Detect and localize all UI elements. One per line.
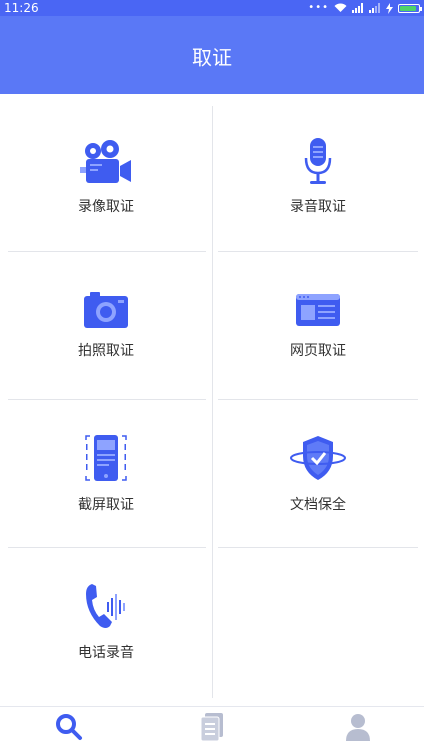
video-camera-icon (80, 140, 131, 183)
status-time: 11:26 (4, 1, 39, 15)
wifi-icon (334, 3, 347, 12)
tile-label: 录像取证 (78, 199, 134, 215)
page-title: 取证 (192, 45, 232, 70)
nav-tab-search[interactable] (44, 707, 94, 741)
tile-document-preservation[interactable]: 文档保全 (212, 400, 424, 548)
tile-webpage-evidence[interactable]: 网页取证 (212, 252, 424, 400)
status-icons: ••• (308, 0, 422, 16)
app-header: 取证 (0, 16, 424, 94)
document-list-icon (200, 713, 223, 741)
tile-label: 电话录音 (78, 645, 134, 661)
nav-tab-documents[interactable] (187, 707, 237, 741)
tile-phone-recording[interactable]: 电话录音 (0, 548, 212, 696)
tile-audio-evidence[interactable]: 录音取证 (212, 104, 424, 252)
phone-screenshot-icon (85, 435, 127, 481)
tile-label: 截屏取证 (78, 497, 134, 513)
status-dots: ••• (308, 2, 329, 13)
microphone-icon (304, 138, 332, 184)
signal-icon-2 (369, 3, 380, 13)
tile-label: 拍照取证 (78, 343, 134, 359)
webpage-icon (296, 294, 340, 326)
tile-label: 网页取证 (290, 343, 346, 359)
tile-video-evidence[interactable]: 录像取证 (0, 104, 212, 252)
camera-icon (84, 292, 128, 328)
tile-label: 文档保全 (290, 497, 346, 513)
evidence-grid: 录像取证 录音取证 拍照取证 网页取证 截屏取证 文档保全 电话录音 (0, 94, 424, 706)
status-bar: 11:26 ••• (0, 0, 424, 16)
bottom-nav (0, 706, 424, 741)
phone-call-icon (86, 584, 125, 628)
tile-screenshot-evidence[interactable]: 截屏取证 (0, 400, 212, 548)
battery-icon (398, 3, 422, 13)
search-icon (56, 714, 82, 740)
shield-icon (290, 436, 346, 480)
charging-icon (386, 2, 393, 14)
tile-photo-evidence[interactable]: 拍照取证 (0, 252, 212, 400)
nav-tab-profile[interactable] (333, 707, 383, 741)
user-icon (346, 714, 370, 741)
tile-label: 录音取证 (290, 199, 346, 215)
signal-icon (352, 3, 363, 13)
